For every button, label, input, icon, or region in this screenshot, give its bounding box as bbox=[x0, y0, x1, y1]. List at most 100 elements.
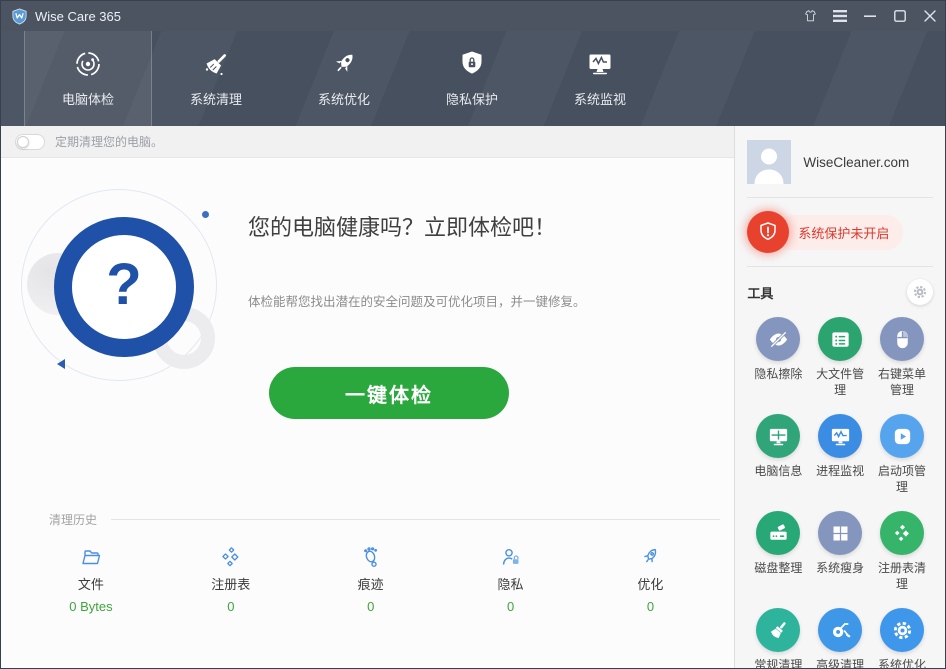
tool-advanced-cleaner[interactable]: 高级清理 bbox=[809, 608, 871, 669]
close-icon[interactable] bbox=[915, 1, 945, 31]
broom-icon bbox=[201, 49, 231, 79]
gear-icon bbox=[880, 608, 924, 652]
tools-title: 工具 bbox=[747, 283, 773, 302]
history-title: 清理历史 bbox=[49, 511, 97, 528]
tool-startup-manager[interactable]: 启动项管理 bbox=[871, 414, 933, 495]
app-logo-shield-icon bbox=[11, 8, 28, 25]
stat-optimization: 优化 0 bbox=[581, 546, 721, 614]
tool-registry-cleaner[interactable]: 注册表清理 bbox=[871, 511, 933, 592]
footprint-icon bbox=[360, 546, 382, 568]
tool-context-menu-manager[interactable]: 右键菜单管理 bbox=[871, 317, 933, 398]
scheduler-label: 定期清理您的电脑。 bbox=[55, 133, 163, 150]
stat-registry: 注册表 0 bbox=[161, 546, 301, 614]
tool-disk-defrag[interactable]: 磁盘整理 bbox=[747, 511, 809, 592]
vacuum-icon bbox=[818, 608, 862, 652]
sidebar-divider bbox=[747, 197, 933, 198]
stat-value: 0 bbox=[367, 599, 374, 614]
tab-label: 隐私保护 bbox=[446, 89, 498, 108]
stat-traces: 痕迹 0 bbox=[301, 546, 441, 614]
diamonds-icon bbox=[880, 511, 924, 555]
tab-label: 系统优化 bbox=[318, 89, 370, 108]
account-name: WiseCleaner.com bbox=[803, 155, 909, 170]
scheduler-row: 定期清理您的电脑。 bbox=[1, 126, 734, 158]
rocket-icon bbox=[329, 49, 359, 79]
stat-value: 0 bbox=[507, 599, 514, 614]
cleanup-history-section: 清理历史 文件 0 Bytes bbox=[1, 511, 734, 614]
sidebar-divider bbox=[747, 266, 933, 267]
stat-value: 0 Bytes bbox=[69, 599, 112, 614]
avatar bbox=[747, 140, 791, 184]
stat-label: 优化 bbox=[637, 574, 663, 593]
tool-label: 大文件管理 bbox=[812, 366, 868, 398]
stat-files: 文件 0 Bytes bbox=[21, 546, 161, 614]
tab-system-tuneup[interactable]: 系统优化 bbox=[280, 31, 408, 126]
tools-grid: 隐私擦除 大文件管理 右键菜单管理 bbox=[747, 317, 933, 669]
registry-diamonds-icon bbox=[220, 546, 242, 568]
stat-label: 注册表 bbox=[211, 574, 250, 593]
radar-checkup-icon bbox=[73, 49, 103, 79]
one-click-checkup-button[interactable]: 一键体检 bbox=[269, 367, 509, 419]
tab-label: 系统清理 bbox=[190, 89, 242, 108]
tab-label: 系统监视 bbox=[574, 89, 626, 108]
app-body: 定期清理您的电脑。 ? 您的电脑健康吗？立即体检吧！ 体检能帮您找出潜在的安全问… bbox=[1, 126, 945, 668]
menu-icon[interactable] bbox=[825, 1, 855, 31]
system-protection-warning[interactable]: 系统保护未开启 bbox=[747, 211, 933, 253]
tools-settings-gear-icon[interactable] bbox=[907, 279, 933, 305]
tool-system-slimming[interactable]: 系统瘦身 bbox=[809, 511, 871, 592]
minimize-icon[interactable] bbox=[855, 1, 885, 31]
question-ring: ? bbox=[54, 217, 194, 357]
tab-system-cleaner[interactable]: 系统清理 bbox=[152, 31, 280, 126]
tool-label: 电脑信息 bbox=[750, 463, 806, 479]
decor-blue-triangle bbox=[57, 359, 65, 369]
disk-icon bbox=[756, 511, 800, 555]
tool-label: 注册表清理 bbox=[874, 560, 930, 592]
tools-header: 工具 bbox=[747, 279, 933, 305]
tool-label: 启动项管理 bbox=[874, 463, 930, 495]
brush-icon bbox=[756, 608, 800, 652]
tool-privacy-eraser[interactable]: 隐私擦除 bbox=[747, 317, 809, 398]
tab-privacy-protector[interactable]: 隐私保护 bbox=[408, 31, 536, 126]
tool-common-cleaner[interactable]: 常规清理 bbox=[747, 608, 809, 669]
main-panel: 定期清理您的电脑。 ? 您的电脑健康吗？立即体检吧！ 体检能帮您找出潜在的安全问… bbox=[1, 126, 734, 668]
tool-label: 隐私擦除 bbox=[750, 366, 806, 382]
titlebar: Wise Care 365 bbox=[1, 1, 945, 31]
stat-privacy: 隐私 0 bbox=[441, 546, 581, 614]
shield-lock-icon bbox=[457, 49, 487, 79]
monitor-pulse-icon bbox=[585, 49, 615, 79]
sidebar: WiseCleaner.com 系统保护未开启 工具 bbox=[734, 126, 945, 668]
decor-blue-dot bbox=[202, 211, 209, 218]
checkup-description: 体检能帮您找出潜在的安全问题及可优化项目，并一键修复。 bbox=[248, 291, 586, 310]
tool-pc-info[interactable]: 电脑信息 bbox=[747, 414, 809, 495]
checkup-heading: 您的电脑健康吗？立即体检吧！ bbox=[248, 210, 556, 242]
monitor-pulse-tool-icon bbox=[818, 414, 862, 458]
eye-slash-icon bbox=[756, 317, 800, 361]
stat-label: 隐私 bbox=[498, 574, 524, 593]
monitor-grid-icon bbox=[756, 414, 800, 458]
scheduler-toggle[interactable] bbox=[15, 134, 45, 150]
theme-skin-icon[interactable] bbox=[795, 1, 825, 31]
health-question-art: ? bbox=[13, 181, 228, 396]
warning-label: 系统保护未开启 bbox=[776, 215, 903, 250]
folder-icon bbox=[80, 546, 102, 568]
stat-label: 文件 bbox=[78, 574, 104, 593]
tool-big-file-manager[interactable]: 大文件管理 bbox=[809, 317, 871, 398]
history-header: 清理历史 bbox=[49, 511, 720, 528]
account-row[interactable]: WiseCleaner.com bbox=[747, 140, 933, 184]
person-lock-icon bbox=[500, 546, 522, 568]
question-mark: ? bbox=[106, 256, 141, 314]
maximize-icon[interactable] bbox=[885, 1, 915, 31]
tool-label: 磁盘整理 bbox=[750, 560, 806, 576]
stat-value: 0 bbox=[227, 599, 234, 614]
tool-process-monitor[interactable]: 进程监视 bbox=[809, 414, 871, 495]
wise-care-365-window: Wise Care 365 bbox=[0, 0, 946, 669]
stat-value: 0 bbox=[647, 599, 654, 614]
tab-pc-checkup[interactable]: 电脑体检 bbox=[24, 31, 152, 126]
tool-system-tuneup[interactable]: 系统优化 bbox=[871, 608, 933, 669]
stat-label: 痕迹 bbox=[358, 574, 384, 593]
tool-label: 右键菜单管理 bbox=[874, 366, 930, 398]
file-list-icon bbox=[818, 317, 862, 361]
tab-system-monitor[interactable]: 系统监视 bbox=[536, 31, 664, 126]
tool-label: 系统优化 bbox=[874, 657, 930, 669]
tool-label: 高级清理 bbox=[812, 657, 868, 669]
tool-label: 系统瘦身 bbox=[812, 560, 868, 576]
